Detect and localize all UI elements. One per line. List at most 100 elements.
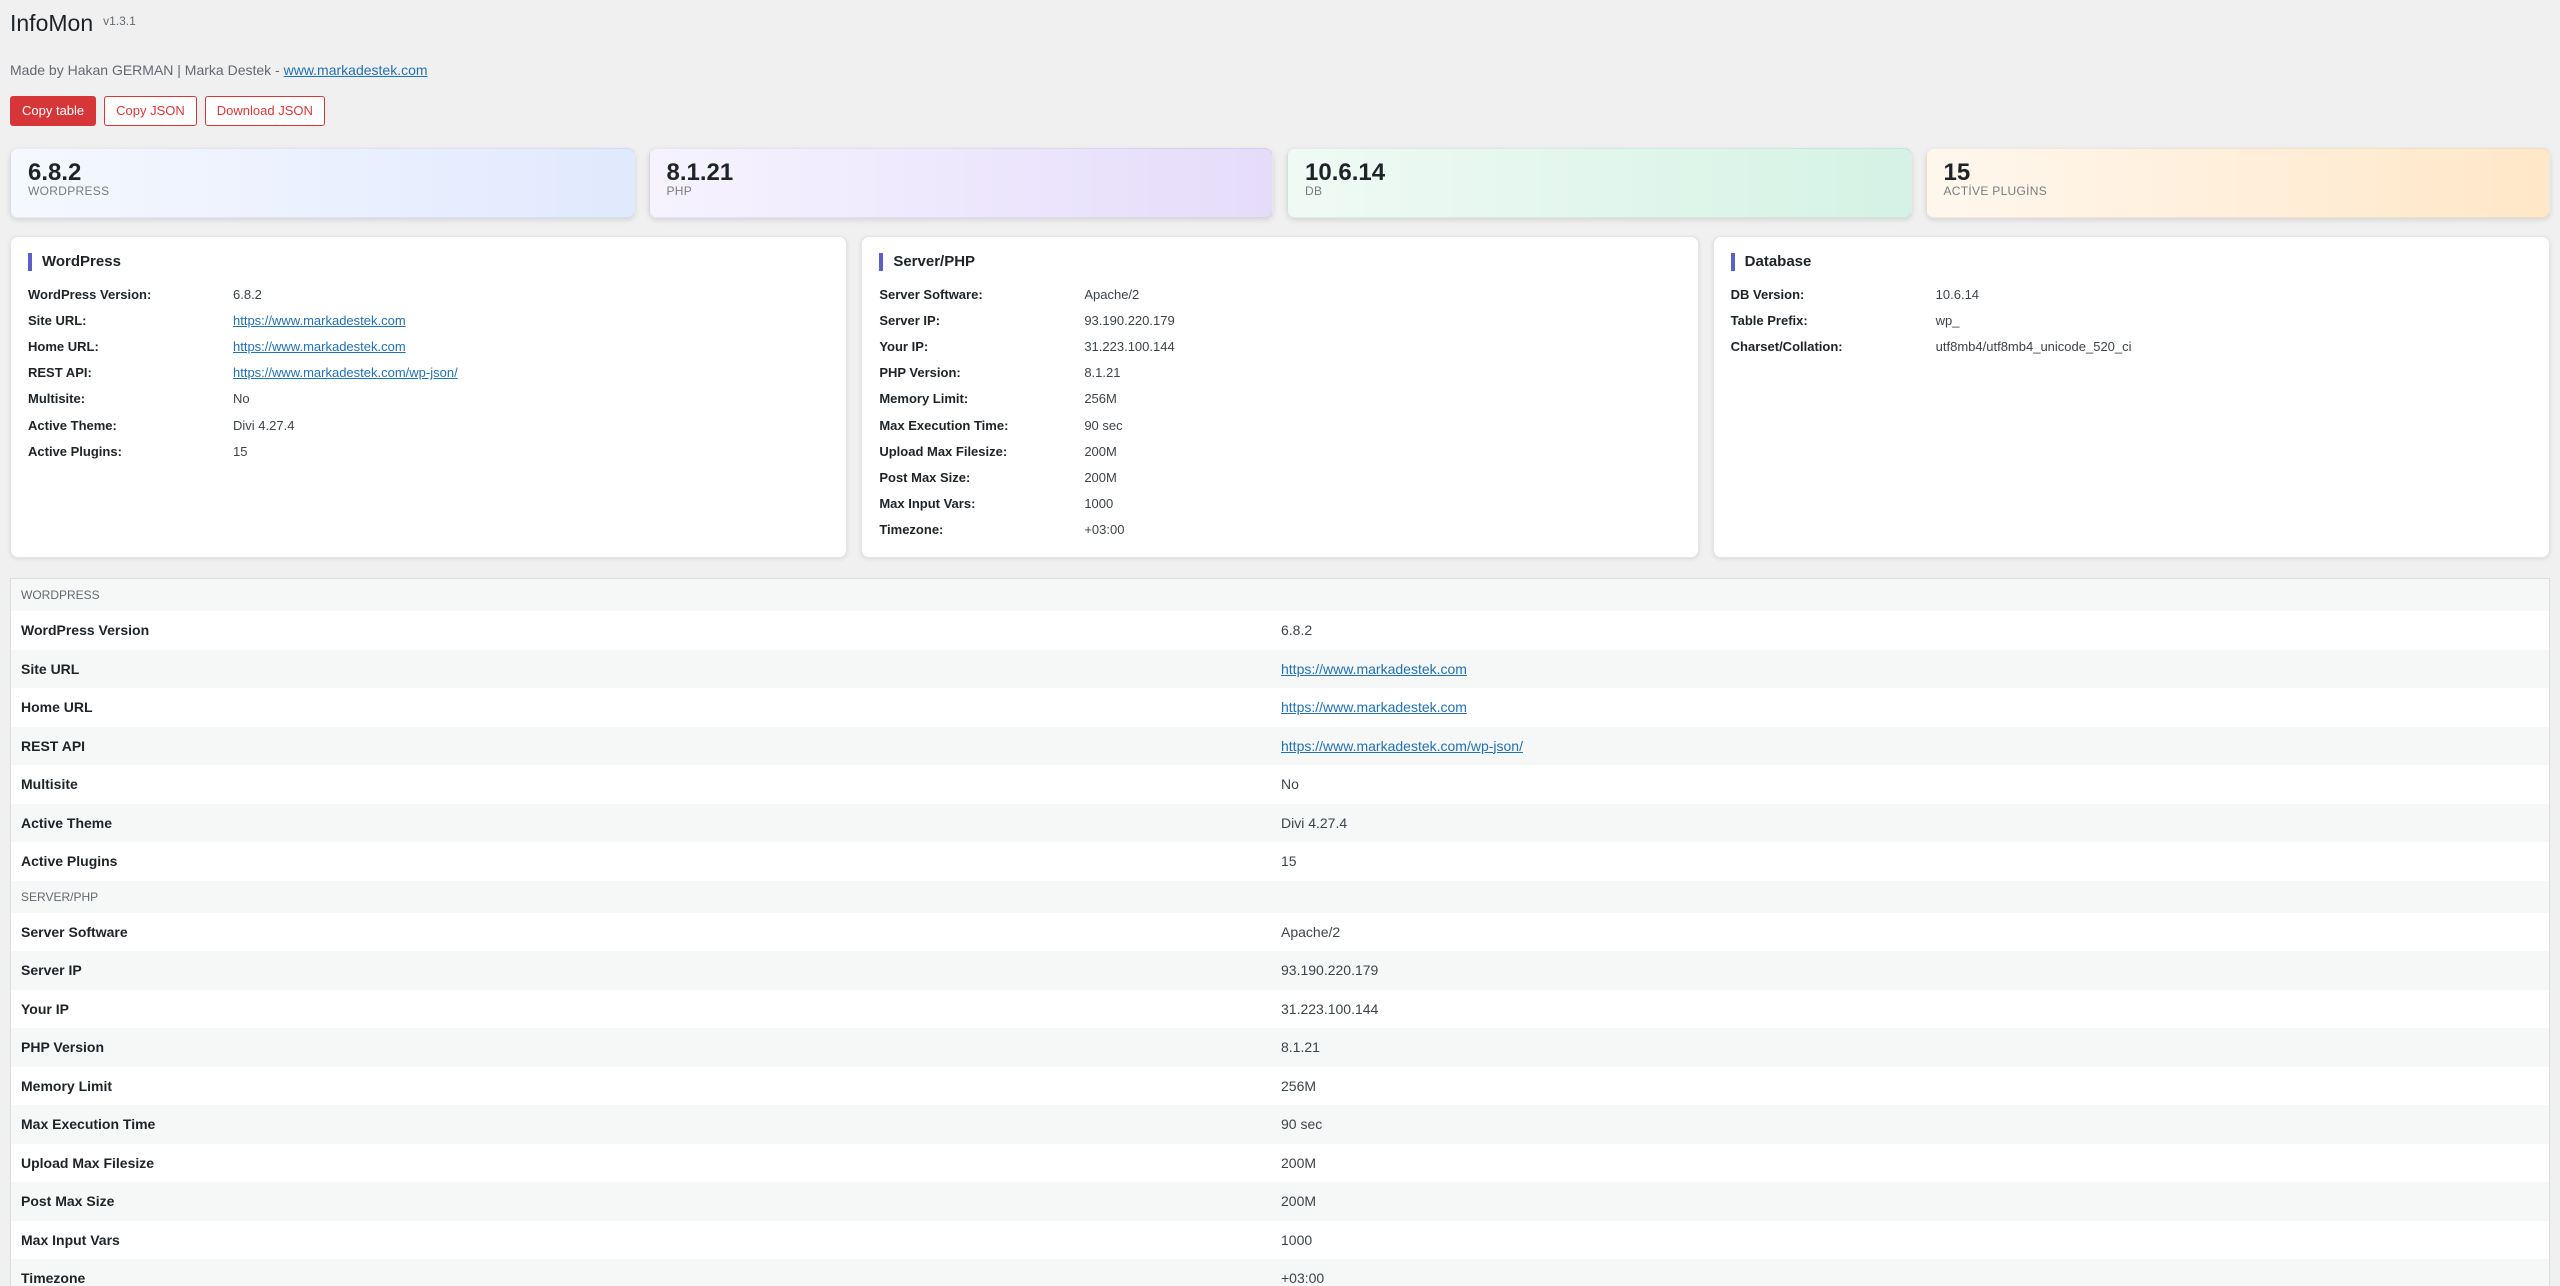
panel-key: Your IP: xyxy=(879,338,929,354)
table-value: Divi 4.27.4 xyxy=(1281,814,1348,831)
table-row: Server Software Apache/2 xyxy=(11,913,2549,952)
panel-value: No xyxy=(233,391,250,407)
panel-row: Server IP: 93.190.220.179 xyxy=(879,307,1680,333)
table-key: Server IP xyxy=(21,962,82,979)
table-key: Max Input Vars xyxy=(21,1231,120,1248)
copy-table-button[interactable]: Copy table xyxy=(10,96,97,126)
table-value: 200M xyxy=(1281,1154,1317,1171)
panel-row: Your IP: 31.223.100.144 xyxy=(879,333,1680,359)
panel-row: Charset/Collation: utf8mb4/utf8mb4_unicod… xyxy=(1731,333,2532,359)
stat-value: 10.6.14 xyxy=(1305,159,1386,186)
copy-json-button[interactable]: Copy JSON xyxy=(104,96,197,126)
table-link[interactable]: https://www.markadestek.com/wp-json/ xyxy=(1271,738,1523,754)
table-value: 200M xyxy=(1281,1193,1317,1210)
stat-cards: 6.8.2 WORDPRESS 8.1.21 PHP 10.6.14 DB 15… xyxy=(10,148,2550,218)
panel-title: Server/PHP xyxy=(879,253,1680,271)
table-row: Your IP 31.223.100.144 xyxy=(11,990,2549,1029)
table-value: 93.190.220.179 xyxy=(1281,962,1379,979)
panel-value: 200M xyxy=(1084,443,1117,459)
panel-database: Database DB Version: 10.6.14 Table Prefix… xyxy=(1712,236,2550,558)
panel-value: +03:00 xyxy=(1084,522,1125,538)
table-row: REST API https://www.markadestek.com/wp-j… xyxy=(11,726,2549,765)
table-value: 15 xyxy=(1281,853,1297,870)
table-row: Server IP 93.190.220.179 xyxy=(11,951,2549,990)
table-key: REST API xyxy=(21,737,86,754)
stat-label: DB xyxy=(1305,184,1323,198)
table-row: Max Execution Time 90 sec xyxy=(11,1105,2549,1144)
panel-key: Max Input Vars: xyxy=(879,496,976,512)
panel-key: PHP Version: xyxy=(879,365,961,381)
table-section-server: Server Software Apache/2 Server IP 93.190.… xyxy=(11,913,2549,1286)
panel-row: Upload Max Filesize: 200M xyxy=(879,438,1680,464)
home-url-link[interactable]: https://www.markadestek.com xyxy=(233,339,406,354)
table-value: Apache/2 xyxy=(1281,923,1341,940)
table-key: Active Plugins xyxy=(21,853,118,870)
stat-card-plugins: 15 ACTİVE PLUGİNS xyxy=(1925,148,2550,218)
table-key: Your IP xyxy=(21,1000,69,1017)
table-row: Memory Limit 256M xyxy=(11,1067,2549,1106)
table-row: Max Input Vars 1000 xyxy=(11,1221,2549,1260)
table-row: Multisite No xyxy=(11,765,2549,804)
panel-row: DB Version: 10.6.14 xyxy=(1731,281,2532,307)
download-json-button[interactable]: Download JSON xyxy=(204,96,325,126)
app-container: InfoMon v1.3.1 Made by Hakan GERMAN | Ma… xyxy=(0,0,2560,1286)
panel-key: Active Theme: xyxy=(28,417,117,433)
panel-row: Multisite: No xyxy=(28,386,829,412)
site-url-link[interactable]: https://www.markadestek.com xyxy=(233,313,406,328)
panel-key: REST API: xyxy=(28,365,92,381)
stat-card-db: 10.6.14 DB xyxy=(1287,148,1912,218)
stat-label: PHP xyxy=(666,184,693,198)
table-value: No xyxy=(1281,776,1299,793)
panel-row: Server Software: Apache/2 xyxy=(879,281,1680,307)
panel-row: REST API: https://www.markadestek.com/wp-… xyxy=(28,360,829,386)
app-title: InfoMon xyxy=(10,10,94,36)
panel-row: Home URL: https://www.markadestek.com xyxy=(28,333,829,359)
byline: Made by Hakan GERMAN | Marka Destek - ww… xyxy=(10,62,2550,80)
panel-value: 90 sec xyxy=(1084,417,1123,433)
byline-text: Made by Hakan GERMAN | Marka Destek - xyxy=(10,62,284,78)
panel-key: Charset/Collation: xyxy=(1730,338,1843,354)
panel-row: Max Execution Time: 90 sec xyxy=(879,412,1680,438)
stat-label: ACTİVE PLUGİNS xyxy=(1943,184,2048,198)
table-key: Max Execution Time xyxy=(21,1116,156,1133)
panel-row: WordPress Version: 6.8.2 xyxy=(28,281,829,307)
table-value: 1000 xyxy=(1281,1231,1313,1248)
panel-key: Server Software: xyxy=(879,286,983,302)
panel-row: Active Theme: Divi 4.27.4 xyxy=(28,412,829,438)
table-section-header: SERVER/PHP xyxy=(11,880,2549,913)
table-key: Active Theme xyxy=(21,814,113,831)
panel-row: Table Prefix: wp_ xyxy=(1731,307,2532,333)
panel-key: Server IP: xyxy=(879,312,941,328)
table-key: Timezone xyxy=(21,1270,86,1286)
table-section-header: WORDPRESS xyxy=(11,579,2549,611)
table-link[interactable]: https://www.markadestek.com xyxy=(1271,661,1467,677)
panel-row: Active Plugins: 15 xyxy=(28,438,829,464)
table-key: Memory Limit xyxy=(21,1077,113,1094)
rest-api-link[interactable]: https://www.markadestek.com/wp-json/ xyxy=(233,365,458,380)
stat-card-wordpress: 6.8.2 WORDPRESS xyxy=(10,148,635,218)
panel-row: Memory Limit: 256M xyxy=(879,386,1680,412)
table-section-wordpress: WordPress Version 6.8.2 Site URL https://w… xyxy=(11,611,2549,881)
panel-value: 200M xyxy=(1084,469,1117,485)
panel-key: Max Execution Time: xyxy=(879,417,1009,433)
table-key: Upload Max Filesize xyxy=(21,1154,155,1171)
panel-value: 8.1.21 xyxy=(1084,365,1121,381)
panel-value: 6.8.2 xyxy=(233,286,262,302)
table-key: PHP Version xyxy=(21,1039,105,1056)
panel-title: WordPress xyxy=(28,253,829,271)
table-key: Server Software xyxy=(21,923,128,940)
table-row: Active Plugins 15 xyxy=(11,842,2549,881)
panel-value: 10.6.14 xyxy=(1935,286,1980,302)
info-table: WORDPRESS WordPress Version 6.8.2 Site UR… xyxy=(10,578,2550,1286)
table-link[interactable]: https://www.markadestek.com xyxy=(1271,699,1467,715)
info-panels: WordPress WordPress Version: 6.8.2 Site U… xyxy=(10,236,2550,558)
table-value: 256M xyxy=(1281,1077,1317,1094)
table-row: Upload Max Filesize 200M xyxy=(11,1144,2549,1183)
panel-value: 15 xyxy=(233,443,248,459)
table-value: 90 sec xyxy=(1281,1116,1323,1133)
title-row: InfoMon v1.3.1 xyxy=(10,10,2550,46)
panel-row: Max Input Vars: 1000 xyxy=(879,491,1680,517)
table-row: PHP Version 8.1.21 xyxy=(11,1028,2549,1067)
author-link[interactable]: www.markadestek.com xyxy=(284,62,428,78)
panel-value: wp_ xyxy=(1935,312,1960,328)
